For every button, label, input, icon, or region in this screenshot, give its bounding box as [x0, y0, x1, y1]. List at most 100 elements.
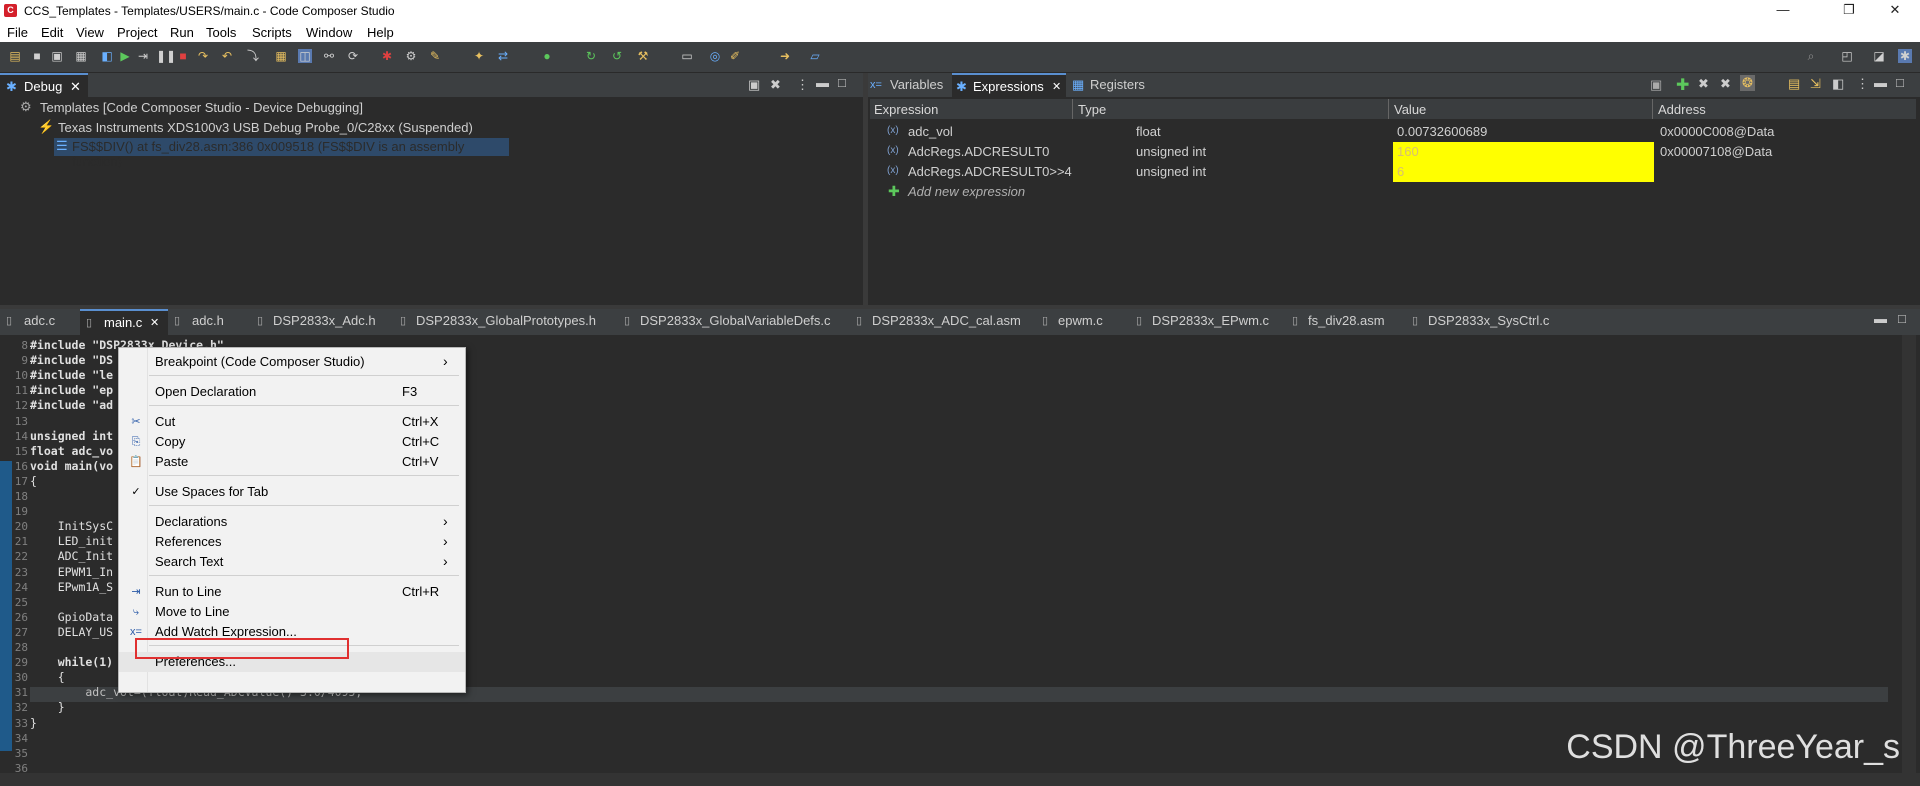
tab-adc-cal-asm[interactable]: ▯ DSP2833x_ADC_cal.asm [852, 309, 1022, 333]
debug-view-icon[interactable]: ◧ [100, 49, 114, 63]
view-menu-icon[interactable]: ⋮ [796, 77, 809, 93]
new-icon[interactable]: ▤ [8, 49, 22, 63]
debug-icon[interactable]: ✦ [472, 49, 486, 63]
close-icon[interactable]: ✕ [150, 311, 159, 335]
menu-item-copy[interactable]: ⎘ Copy Ctrl+C [119, 432, 465, 452]
ccs-debug-icon[interactable]: ✱ [1898, 49, 1912, 63]
tab-fs-div28-asm[interactable]: ▯ fs_div28.asm [1288, 309, 1398, 333]
selected-frame-row[interactable]: ☰ FS$$DIV() at fs_div28.asm:386 0x009518… [54, 138, 509, 169]
expression-value[interactable]: 6 [1397, 164, 1404, 179]
terminate-icon[interactable]: ■ [176, 49, 190, 63]
refresh-icon[interactable]: ↻ [584, 49, 598, 63]
export-icon[interactable]: ⇲ [1810, 76, 1821, 92]
tab-adc-c[interactable]: ▯ adc.c [0, 309, 80, 333]
memory-grid-icon[interactable]: ▦ [274, 49, 288, 63]
menu-item-declarations[interactable]: Declarations › [119, 512, 465, 532]
step-return-icon[interactable]: ↶ [220, 49, 234, 63]
menu-edit[interactable]: Edit [41, 25, 63, 40]
load-program-icon[interactable]: ✎ [428, 49, 442, 63]
collapse-all-icon[interactable]: ▣ [748, 77, 760, 93]
maximize-button[interactable]: ❐ [1826, 0, 1872, 22]
minimize-view-icon[interactable]: ▬ [1874, 75, 1887, 90]
remove-terminated-icon[interactable]: ✖ [770, 77, 781, 93]
reset-icon[interactable]: ⟳ [346, 49, 360, 63]
maximize-view-icon[interactable]: □ [838, 75, 846, 90]
run-target-icon[interactable]: ● [540, 49, 554, 63]
close-button[interactable]: ✕ [1872, 0, 1918, 22]
build-icon[interactable]: ✱ [380, 49, 394, 63]
tab-debug[interactable]: ✱ Debug ✕ [0, 73, 88, 99]
next-annotation-icon[interactable]: ➜ [778, 49, 792, 63]
search-icon[interactable]: ⌕ [1804, 49, 1818, 63]
debug-session-item[interactable]: Templates [Code Composer Studio - Device… [40, 100, 363, 115]
print-icon[interactable]: ▦ [74, 49, 88, 63]
sync-icon[interactable]: ⇄ [496, 49, 510, 63]
suspend-icon[interactable]: ❚❚ [156, 49, 176, 63]
menu-item-run-to-line[interactable]: ⇥ Run to Line Ctrl+R [119, 582, 465, 602]
menu-item-use-spaces-for-tab[interactable]: ✓ Use Spaces for Tab [119, 482, 465, 502]
toggle-mode-icon[interactable]: ◫ [298, 49, 312, 63]
menu-item-open-declaration[interactable]: Open Declaration F3 [119, 382, 465, 402]
continuous-refresh-icon[interactable]: ❂ [1740, 75, 1755, 91]
menu-item-paste[interactable]: 📋 Paste Ctrl+V [119, 452, 465, 472]
menu-item-breakpoint-code-composer-studio[interactable]: Breakpoint (Code Composer Studio) › [119, 352, 465, 372]
open-perspective-icon[interactable]: ◰ [1840, 49, 1854, 63]
remove-all-icon[interactable]: ✖ [1720, 76, 1731, 92]
step-into-icon[interactable]: ⇥ [136, 49, 150, 63]
maximize-view-icon[interactable]: □ [1896, 75, 1904, 90]
menu-tools[interactable]: Tools [206, 25, 236, 40]
perspective-icon[interactable]: ▱ [808, 49, 822, 63]
import-icon[interactable]: ▤ [1788, 76, 1800, 92]
tab-registers[interactable]: ▦ Registers [1068, 73, 1158, 97]
menu-item-search-text[interactable]: Search Text › [119, 552, 465, 572]
save-all-icon[interactable]: ▣ [50, 49, 64, 63]
menu-file[interactable]: File [7, 25, 28, 40]
add-expression-icon[interactable]: ✚ [1676, 75, 1689, 95]
minimize-button[interactable]: — [1760, 0, 1806, 22]
view-menu-icon[interactable]: ⋮ [1856, 76, 1869, 92]
minimize-view-icon[interactable]: ▬ [1874, 311, 1887, 326]
expression-value[interactable]: 0.00732600689 [1397, 124, 1487, 139]
tab-dsp2833x-epwm-c[interactable]: ▯ DSP2833x_EPwm.c [1132, 309, 1272, 333]
remove-expression-icon[interactable]: ✖ [1698, 76, 1709, 92]
collapse-icon[interactable]: ▣ [1650, 77, 1662, 93]
tab-epwm-c[interactable]: ▯ epwm.c [1038, 309, 1118, 333]
pen-icon[interactable]: ✐ [728, 49, 742, 63]
pin-icon[interactable]: ◧ [1832, 76, 1844, 92]
menu-view[interactable]: View [76, 25, 104, 40]
menu-run[interactable]: Run [170, 25, 194, 40]
minimize-view-icon[interactable]: ▬ [816, 75, 829, 90]
close-icon[interactable]: ✕ [1052, 75, 1061, 99]
col-expression[interactable]: Expression [874, 102, 938, 117]
tab-expressions[interactable]: ✱ Expressions ✕ [952, 73, 1066, 99]
col-value[interactable]: Value [1394, 102, 1426, 117]
menu-item-references[interactable]: References › [119, 532, 465, 552]
tab-variables[interactable]: x= Variables [868, 73, 950, 97]
expression-value[interactable]: 160 [1397, 144, 1419, 159]
tab-dsp2833x-sysctrl-c[interactable]: ▯ DSP2833x_SysCtrl.c [1408, 309, 1558, 333]
tab-dsp2833x-adc-h[interactable]: ▯ DSP2833x_Adc.h [253, 309, 393, 333]
console-icon[interactable]: ▭ [680, 49, 694, 63]
add-new-expression[interactable]: Add new expression [908, 184, 1025, 199]
menu-item-cut[interactable]: ✂ Cut Ctrl+X [119, 412, 465, 432]
debug-probe-item[interactable]: Texas Instruments XDS100v3 USB Debug Pro… [58, 120, 473, 135]
tab-main-c[interactable]: ▯ main.c ✕ [80, 309, 168, 335]
menu-item-move-to-line[interactable]: ⤷ Move to Line [119, 602, 465, 622]
tab-globalvariabledefs[interactable]: ▯ DSP2833x_GlobalVariableDefs.c [620, 309, 840, 333]
repeat-icon[interactable]: ↺ [610, 49, 624, 63]
tab-globalprototypes[interactable]: ▯ DSP2833x_GlobalPrototypes.h [396, 309, 596, 333]
step-instruction-icon[interactable]: ⤵ [246, 49, 260, 63]
menu-project[interactable]: Project [117, 25, 157, 40]
tab-adc-h[interactable]: ▯ adc.h [168, 309, 248, 333]
menu-window[interactable]: Window [306, 25, 352, 40]
search-toolbar-icon[interactable]: ◎ [708, 49, 722, 63]
resume-icon[interactable]: ▶ [118, 49, 132, 63]
save-icon[interactable]: ■ [30, 49, 44, 63]
ccs-edit-icon[interactable]: ◪ [1872, 49, 1886, 63]
col-address[interactable]: Address [1658, 102, 1706, 117]
menu-scripts[interactable]: Scripts [252, 25, 292, 40]
close-icon[interactable]: ✕ [70, 75, 81, 99]
col-type[interactable]: Type [1078, 102, 1106, 117]
flash-icon[interactable]: ⚙ [404, 49, 418, 63]
horizontal-scrollbar[interactable] [0, 773, 1920, 786]
